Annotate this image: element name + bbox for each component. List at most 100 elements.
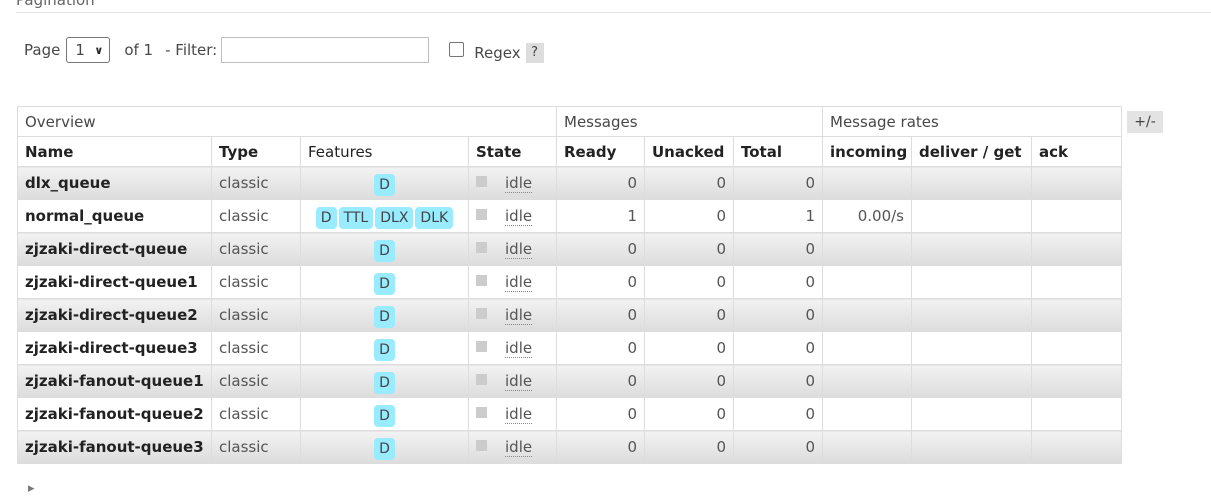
state-label: idle <box>505 372 533 391</box>
queue-row[interactable]: zjzaki-fanout-queue1 classic Didle 0 0 0 <box>17 364 1123 398</box>
col-incoming[interactable]: incoming <box>822 136 913 167</box>
rate-ack <box>1031 199 1123 233</box>
toggle-columns-button[interactable]: +/- <box>1127 111 1163 133</box>
queue-row[interactable]: zjzaki-direct-queue2 classic Didle 0 0 0 <box>17 298 1123 332</box>
messages-total: 0 <box>732 397 824 431</box>
queue-row[interactable]: zjzaki-fanout-queue3 classic Didle 0 0 0 <box>17 430 1123 464</box>
state-indicator-icon <box>476 440 487 451</box>
col-ack[interactable]: ack <box>1031 136 1123 167</box>
state-indicator-icon <box>476 407 487 418</box>
queue-row[interactable]: zjzaki-direct-queue classic Didle 0 0 0 <box>17 232 1123 266</box>
rate-deliver-get <box>911 430 1033 464</box>
rate-incoming <box>822 397 913 431</box>
queue-name-link[interactable]: normal_queue <box>17 199 212 233</box>
regex-option: Regex ? <box>449 41 544 63</box>
queue-features: D <box>300 232 469 266</box>
page-select[interactable]: 1 ∨ <box>66 37 111 63</box>
col-deliver-get[interactable]: deliver / get <box>911 136 1033 167</box>
rate-deliver-get <box>911 265 1033 299</box>
col-total[interactable]: Total <box>732 136 824 167</box>
queue-row[interactable]: zjzaki-direct-queue1 classic Didle 0 0 0 <box>17 265 1123 299</box>
rate-deliver-get <box>911 199 1033 233</box>
messages-unacked: 0 <box>644 199 734 233</box>
messages-ready: 0 <box>556 331 645 365</box>
state-label: idle <box>505 273 533 292</box>
col-name[interactable]: Name <box>17 136 212 167</box>
rate-incoming <box>822 298 913 332</box>
state-indicator-icon <box>476 176 487 187</box>
queue-row[interactable]: zjzaki-fanout-queue2 classic Didle 0 0 0 <box>17 397 1123 431</box>
rate-incoming <box>822 265 913 299</box>
messages-total: 0 <box>732 265 824 299</box>
rate-deliver-get <box>911 331 1033 365</box>
messages-unacked: 0 <box>644 298 734 332</box>
queue-name-link[interactable]: zjzaki-direct-queue3 <box>17 331 212 365</box>
chevron-down-icon: ∨ <box>94 43 104 57</box>
rate-ack <box>1031 265 1123 299</box>
messages-ready: 0 <box>556 166 645 200</box>
regex-help-button[interactable]: ? <box>525 43 544 63</box>
state-label: idle <box>505 438 533 457</box>
col-unacked[interactable]: Unacked <box>644 136 734 167</box>
filter-input[interactable] <box>221 37 430 63</box>
rate-ack <box>1031 364 1123 398</box>
col-ready[interactable]: Ready <box>556 136 645 167</box>
feature-badge: D <box>374 372 395 394</box>
queue-row[interactable]: normal_queue classic D TTL DLX DLK idle 1 0 1 0.00… <box>17 199 1123 233</box>
messages-total: 0 <box>732 166 824 200</box>
queue-name-link[interactable]: zjzaki-direct-queue <box>17 232 212 266</box>
messages-ready: 0 <box>556 364 645 398</box>
queue-rows: dlx_queue classic Didle 0 0 0 normal_queue clas… <box>17 166 1123 464</box>
queue-name-link[interactable]: dlx_queue <box>17 166 212 200</box>
queue-name-link[interactable]: zjzaki-direct-queue2 <box>17 298 212 332</box>
col-type[interactable]: Type <box>211 136 301 167</box>
queue-name-link[interactable]: zjzaki-fanout-queue1 <box>17 364 212 398</box>
messages-total: 0 <box>732 232 824 266</box>
messages-total: 1 <box>732 199 824 233</box>
queue-type: classic <box>211 397 301 431</box>
queue-type: classic <box>211 232 301 266</box>
feature-badge: D <box>374 273 395 295</box>
queue-state: idle <box>468 166 557 200</box>
queue-features: D TTL DLX DLK <box>300 199 469 233</box>
queue-row[interactable]: zjzaki-direct-queue3 classic Didle 0 0 0 <box>17 331 1123 365</box>
queue-type: classic <box>211 331 301 365</box>
state-label: idle <box>505 405 533 424</box>
messages-ready: 0 <box>556 397 645 431</box>
page-count-label: of 1 <box>124 41 154 59</box>
triangle-right-icon[interactable]: ▸ <box>28 481 35 496</box>
group-message-rates: Message rates <box>822 106 1123 137</box>
queue-state: idle <box>468 331 557 365</box>
queue-features: D <box>300 298 469 332</box>
queue-name-link[interactable]: zjzaki-fanout-queue3 <box>17 430 212 464</box>
queue-name-link[interactable]: zjzaki-direct-queue1 <box>17 265 212 299</box>
group-messages: Messages <box>555 106 824 137</box>
messages-unacked: 0 <box>644 430 734 464</box>
queue-type: classic <box>211 298 301 332</box>
state-indicator-icon <box>476 275 487 286</box>
queue-state: idle <box>468 397 557 431</box>
regex-label: Regex <box>474 44 521 62</box>
feature-badge: TTL <box>338 207 374 229</box>
feature-badge: DLX <box>375 207 414 229</box>
messages-total: 0 <box>732 331 824 365</box>
section-title: Pagination <box>16 0 95 9</box>
rate-incoming <box>822 430 913 464</box>
queue-name-link[interactable]: zjzaki-fanout-queue2 <box>17 397 212 431</box>
queue-row[interactable]: dlx_queue classic Didle 0 0 0 <box>17 166 1123 200</box>
queue-state: idle <box>468 265 557 299</box>
filter-label: - Filter: <box>165 41 218 59</box>
rate-ack <box>1031 166 1123 200</box>
state-label: idle <box>505 306 533 325</box>
rate-incoming <box>822 232 913 266</box>
queue-type: classic <box>211 166 301 200</box>
regex-checkbox[interactable] <box>449 41 465 57</box>
rate-ack <box>1031 298 1123 332</box>
rate-deliver-get <box>911 364 1033 398</box>
state-label: idle <box>505 207 533 226</box>
messages-ready: 0 <box>556 298 645 332</box>
rate-ack <box>1031 430 1123 464</box>
feature-badge: D <box>374 438 395 460</box>
section-divider <box>16 12 1211 13</box>
col-state[interactable]: State <box>468 136 557 167</box>
